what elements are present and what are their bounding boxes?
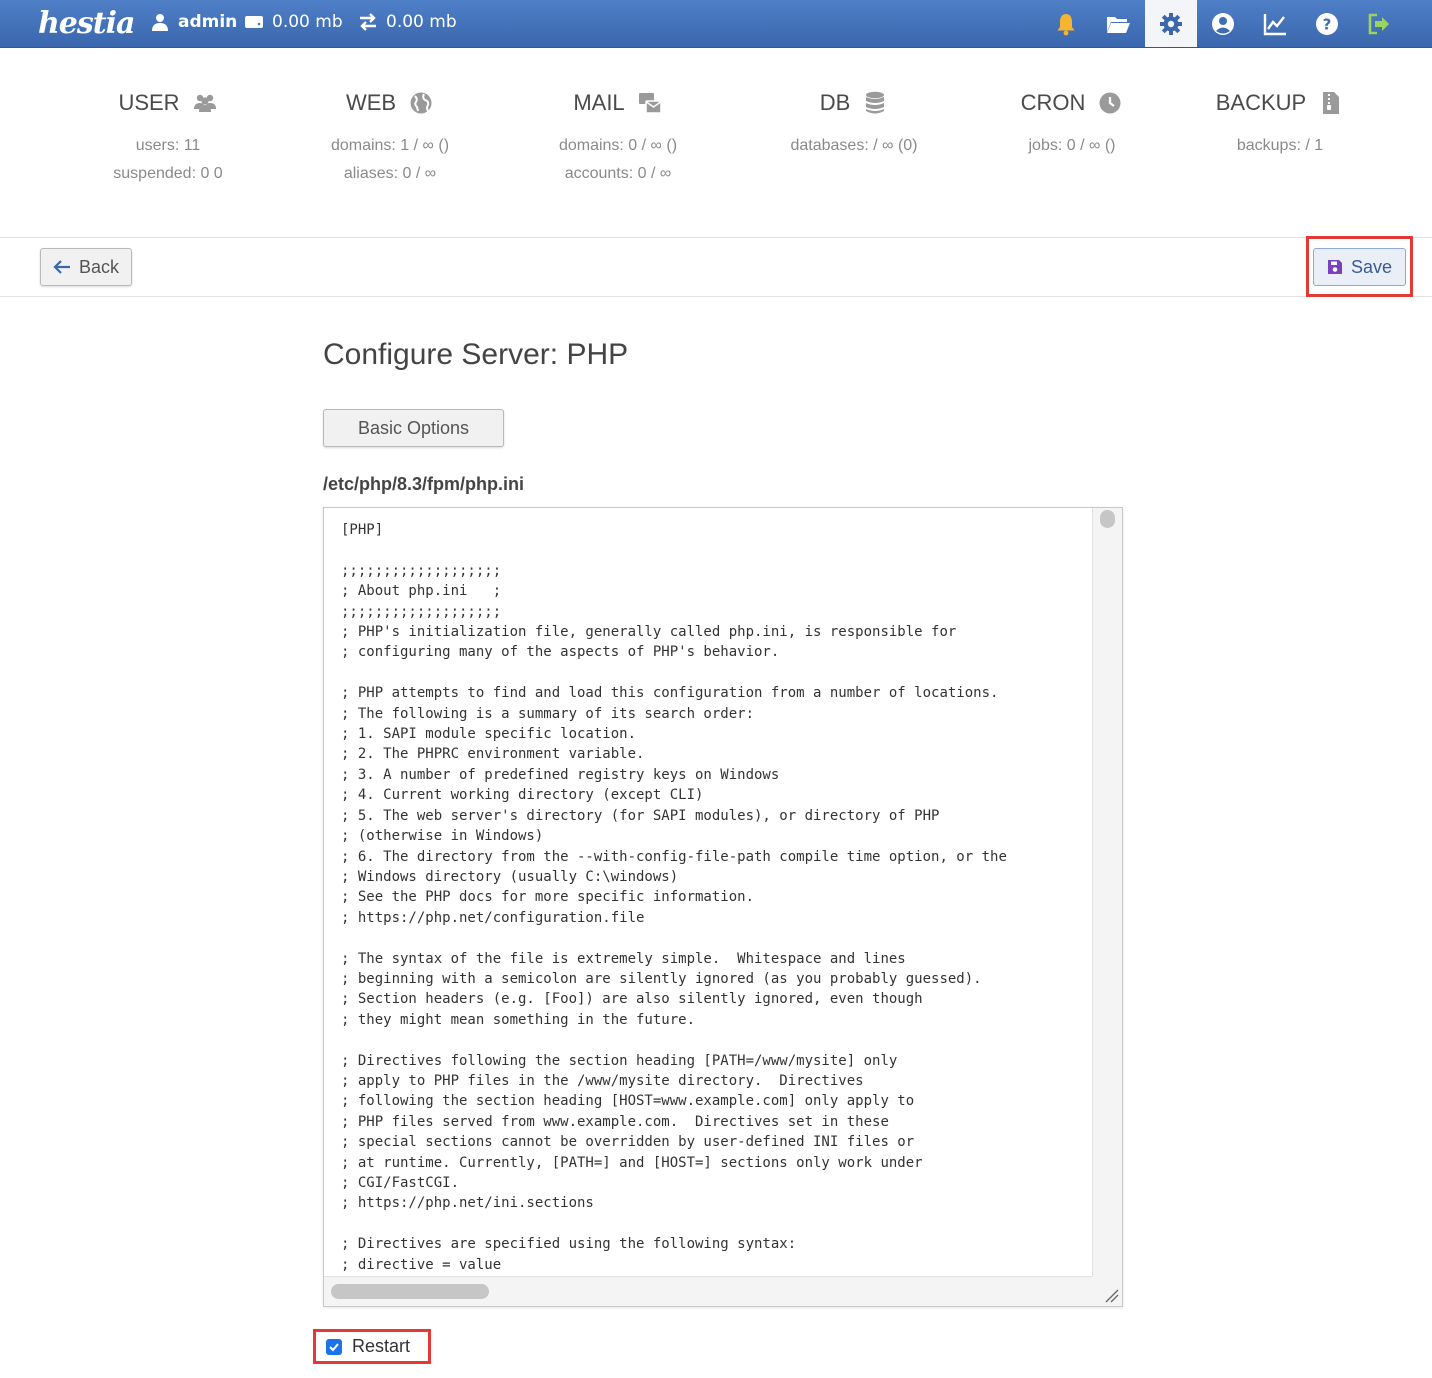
stat-user-line-1: users: 11: [135, 137, 201, 154]
action-toolbar: Back Save: [0, 238, 1432, 297]
folder-icon: [1107, 16, 1130, 33]
help-button[interactable]: ?: [1301, 0, 1353, 47]
stat-mail[interactable]: MAIL domains: 0 / ∞ () accounts: 0 / ∞: [518, 88, 718, 188]
stat-user-title: USER: [118, 90, 180, 115]
clock-icon: [1099, 92, 1121, 114]
stat-cron[interactable]: CRON jobs: 0 / ∞ (): [972, 88, 1172, 160]
stat-web-title: WEB: [345, 90, 397, 115]
gear-icon: [1160, 12, 1182, 35]
restart-highlight-box: [313, 1329, 431, 1364]
logout-icon: [1368, 13, 1389, 34]
bandwidth-usage: 0.00 mb: [358, 0, 457, 44]
back-button[interactable]: Back: [40, 248, 132, 286]
stat-mail-title: MAIL: [573, 90, 625, 115]
horizontal-scroll-thumb[interactable]: [331, 1284, 489, 1299]
disk-usage: 0.00 mb: [244, 0, 343, 44]
stats-panel: USER users: 11 suspended: 0 0 WEB domain…: [0, 48, 1432, 238]
stat-db-title: DB: [819, 90, 851, 115]
help-icon: ?: [1316, 12, 1338, 35]
hestia-logo[interactable]: hestia: [38, 3, 135, 45]
config-editor[interactable]: [PHP] ;;;;;;;;;;;;;;;;;;; ; About php.in…: [323, 507, 1123, 1307]
stat-user-line-2: suspended: 0 0: [113, 165, 223, 182]
stat-web[interactable]: WEB domains: 1 / ∞ () aliases: 0 / ∞: [290, 88, 490, 188]
account-button[interactable]: [1197, 0, 1249, 47]
vertical-scroll-thumb[interactable]: [1100, 510, 1115, 528]
username: admin: [178, 12, 238, 32]
globe-icon: [410, 92, 432, 114]
user-icon: [152, 14, 168, 31]
stat-backup[interactable]: BACKUP backups: / 1: [1180, 88, 1380, 160]
basic-options-label: Basic Options: [357, 417, 470, 438]
stat-web-line-1: domains: 1 / ∞ (): [330, 137, 450, 154]
svg-text:?: ?: [1323, 15, 1332, 33]
stat-mail-line-1: domains: 0 / ∞ (): [558, 137, 678, 154]
back-button-label: Back: [78, 256, 120, 277]
user-circle-icon: [1212, 12, 1234, 35]
user-menu[interactable]: admin: [150, 0, 237, 44]
editor-horizontal-scrollbar[interactable]: [324, 1276, 1094, 1306]
stat-user[interactable]: USER users: 11 suspended: 0 0: [68, 88, 268, 188]
disk-usage-value: 0.00 mb: [272, 12, 343, 32]
statistics-button[interactable]: [1249, 0, 1301, 47]
editor-vertical-scrollbar[interactable]: [1092, 508, 1122, 1278]
bandwidth-value: 0.00 mb: [386, 12, 457, 32]
stat-db[interactable]: DB databases: / ∞ (0): [754, 88, 954, 160]
chart-line-icon: [1263, 13, 1286, 35]
stat-db-line-1: databases: / ∞ (0): [790, 137, 918, 154]
mail-bulk-icon: [638, 93, 662, 114]
file-archive-icon: [1323, 92, 1340, 114]
page-title: Configure Server: PHP: [323, 338, 629, 371]
stat-cron-line-1: jobs: 0 / ∞ (): [1028, 137, 1116, 154]
notifications-button[interactable]: [1040, 0, 1092, 47]
file-manager-button[interactable]: [1092, 0, 1144, 47]
arrow-left-icon: [53, 260, 70, 274]
resize-handle[interactable]: [1092, 1276, 1122, 1306]
basic-options-button[interactable]: Basic Options: [323, 409, 504, 447]
bell-icon: [1057, 13, 1075, 35]
config-editor-content[interactable]: [PHP] ;;;;;;;;;;;;;;;;;;; ; About php.in…: [341, 520, 1091, 1272]
config-file-path: /etc/php/8.3/fpm/php.ini: [323, 474, 525, 494]
transfer-arrows-icon: [360, 13, 376, 31]
stat-web-line-2: aliases: 0 / ∞: [343, 165, 437, 182]
top-navbar: hestia admin 0.00 mb 0.00 mb ?: [0, 0, 1432, 48]
stat-cron-title: CRON: [1020, 90, 1086, 115]
save-highlight-box: [1306, 236, 1413, 297]
logout-button[interactable]: [1353, 0, 1405, 47]
stat-backup-title: BACKUP: [1215, 90, 1307, 115]
hard-drive-icon: [245, 16, 263, 28]
stat-mail-line-2: accounts: 0 / ∞: [564, 165, 672, 182]
users-icon: [193, 94, 216, 112]
resize-grip-icon: [1105, 1289, 1119, 1303]
database-icon: [866, 91, 885, 114]
server-settings-button[interactable]: [1145, 0, 1197, 47]
stat-backup-line-1: backups: / 1: [1236, 137, 1324, 154]
